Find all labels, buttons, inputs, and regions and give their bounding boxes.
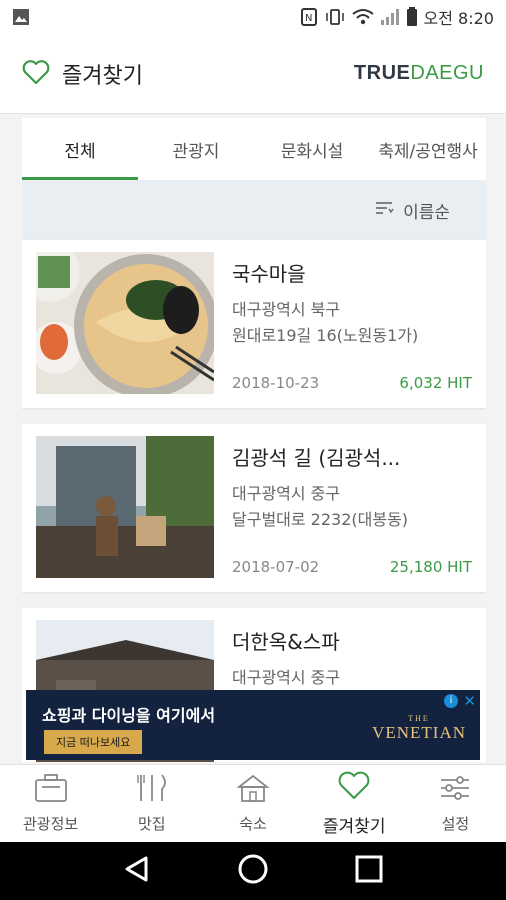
item-address-line1: 대구광역시 북구	[232, 300, 341, 319]
nav-label: 즐겨찾기	[322, 816, 386, 837]
item-name: 국수마을	[232, 262, 306, 286]
vibrate-icon	[324, 8, 346, 26]
ad-close-icon[interactable]: ✕	[463, 692, 476, 710]
svg-text:N: N	[305, 13, 312, 24]
item-date: 2018-10-23	[232, 374, 320, 392]
nav-settings[interactable]: 설정	[405, 765, 506, 842]
ad-info-icon[interactable]: i	[444, 694, 458, 708]
nav-label: 맛집	[138, 815, 166, 833]
nav-label: 숙소	[239, 815, 267, 833]
system-nav-bar	[0, 842, 506, 900]
ad-logo: THE VENETIAN	[372, 714, 466, 743]
back-icon[interactable]	[122, 854, 152, 888]
item-hits: 6,032 HIT	[399, 374, 472, 392]
item-address: 대구광역시 중구	[232, 665, 472, 691]
sliders-icon	[438, 773, 472, 807]
nav-lodging[interactable]: 숙소	[202, 765, 303, 842]
briefcase-icon	[34, 773, 68, 807]
item-date: 2018-07-02	[232, 558, 320, 576]
bottom-navigation: 관광정보 맛집 숙소 즐겨찾기 설정	[0, 764, 506, 842]
item-hits: 25,180 HIT	[389, 558, 472, 576]
list-item[interactable]: 국수마을 대구광역시 북구 원대로19길 16(노원동1가) 2018-10-2…	[22, 240, 486, 408]
app-header: 즐겨찾기 TRUEDAEGU	[0, 34, 506, 114]
nav-label: 관광정보	[23, 815, 79, 833]
item-address: 대구광역시 중구 달구벌대로 2232(대봉동)	[232, 481, 472, 533]
heart-outline-icon	[22, 59, 50, 89]
nav-favorites[interactable]: 즐겨찾기	[304, 765, 405, 842]
recents-icon[interactable]	[354, 854, 384, 888]
heart-icon	[337, 771, 371, 806]
item-address-line1: 대구광역시 중구	[232, 668, 341, 687]
nav-restaurants[interactable]: 맛집	[101, 765, 202, 842]
item-address-line2: 달구벌대로 2232(대봉동)	[232, 510, 409, 529]
nav-tourism-info[interactable]: 관광정보	[0, 765, 101, 842]
favorites-content: 전체 관광지 문화시설 축제/공연행사 이름순 국수마을 대구광역시 북구 원대…	[22, 118, 486, 762]
item-thumbnail	[36, 252, 214, 394]
status-time: 오전 8:20	[423, 9, 494, 28]
wifi-icon	[351, 8, 374, 26]
image-icon	[12, 8, 30, 26]
brand-secondary: DAEGU	[410, 62, 484, 84]
sort-bar: 이름순	[22, 180, 486, 240]
battery-icon	[406, 7, 418, 27]
ad-banner[interactable]: 쇼핑과 다이닝을 여기에서 지금 떠나보세요 THE VENETIAN i ✕	[26, 690, 480, 760]
nfc-icon: N	[300, 8, 318, 26]
tab-festivals[interactable]: 축제/공연행사	[370, 118, 486, 180]
home-icon[interactable]	[237, 853, 269, 889]
fork-knife-icon	[135, 773, 169, 807]
ad-logo-sub: THE	[408, 714, 430, 723]
item-name: 김광석 길 (김광석...	[232, 446, 401, 470]
list-item[interactable]: 김광석 길 (김광석... 대구광역시 중구 달구벌대로 2232(대봉동) 2…	[22, 424, 486, 592]
tab-culture[interactable]: 문화시설	[254, 118, 370, 180]
category-tabs: 전체 관광지 문화시설 축제/공연행사	[22, 118, 486, 180]
sort-icon[interactable]	[375, 200, 395, 221]
ad-logo-text: VENETIAN	[372, 723, 466, 742]
tab-all[interactable]: 전체	[22, 118, 138, 180]
page-title: 즐겨찾기	[62, 63, 143, 89]
ad-headline: 쇼핑과 다이닝을 여기에서	[42, 706, 216, 725]
item-address: 대구광역시 북구 원대로19길 16(노원동1가)	[232, 297, 472, 349]
nav-label: 설정	[441, 815, 470, 833]
item-address-line2: 원대로19길 16(노원동1가)	[232, 326, 419, 345]
brand-logo: TRUEDAEGU	[354, 62, 484, 85]
ad-cta-button[interactable]: 지금 떠나보세요	[44, 730, 143, 754]
house-icon	[236, 773, 270, 807]
brand-primary: TRUE	[353, 62, 411, 84]
item-address-line1: 대구광역시 중구	[232, 484, 341, 503]
item-name: 더한옥&스파	[232, 630, 340, 654]
sort-label[interactable]: 이름순	[403, 198, 450, 223]
signal-icon	[380, 8, 400, 26]
tab-attractions[interactable]: 관광지	[138, 118, 254, 180]
favorites-list: 국수마을 대구광역시 북구 원대로19길 16(노원동1가) 2018-10-2…	[22, 240, 486, 762]
status-bar: N 오전 8:20	[0, 0, 506, 34]
item-thumbnail	[36, 436, 214, 578]
